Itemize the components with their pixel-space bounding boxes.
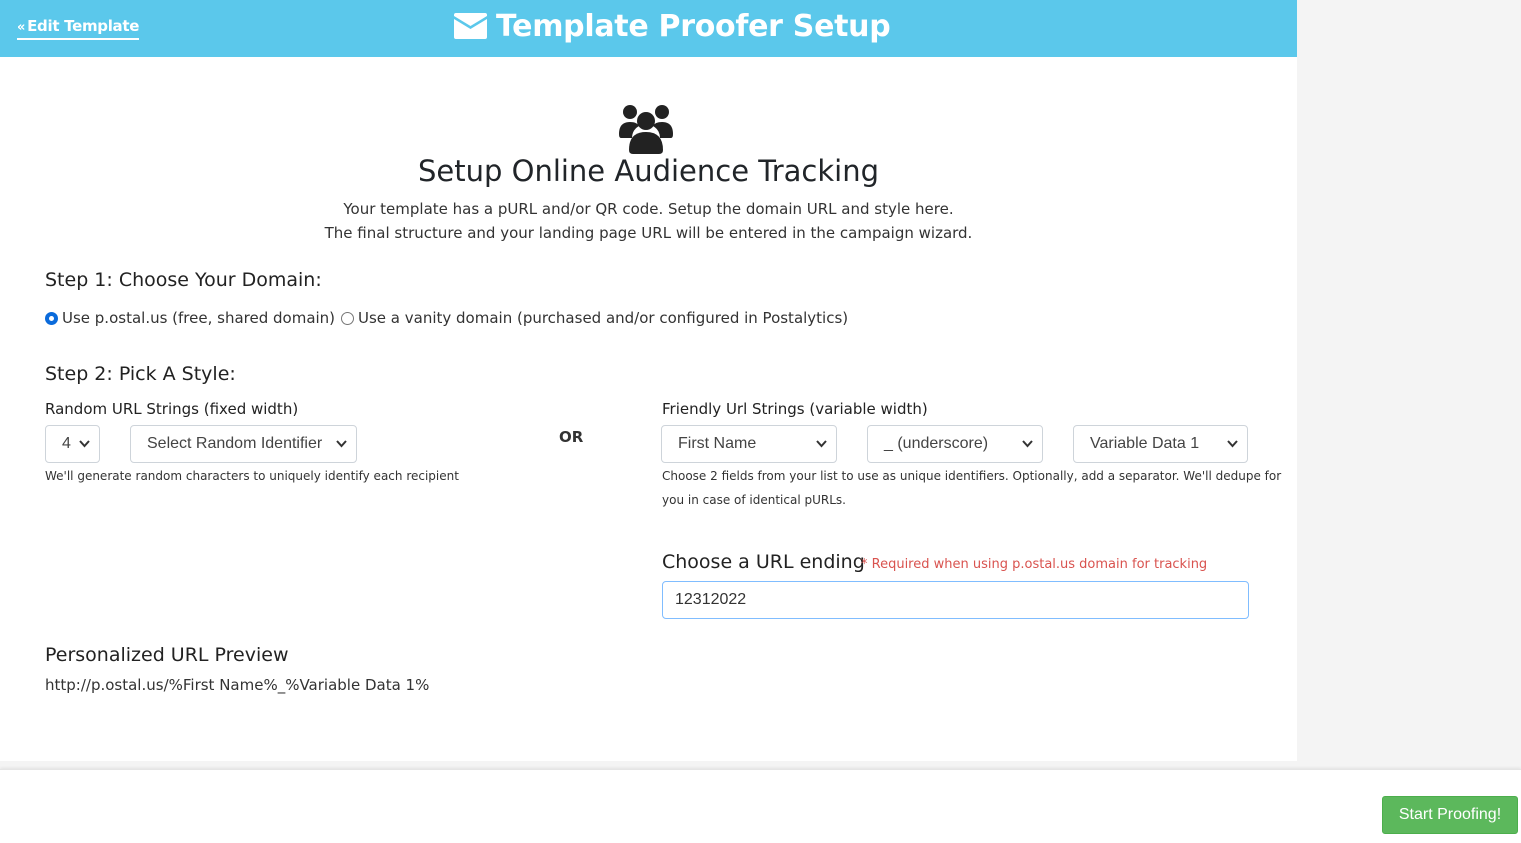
friendly-help-line-1: Choose 2 fields from your list to use as… (662, 469, 1282, 483)
random-url-label: Random URL Strings (fixed width) (45, 400, 299, 418)
or-divider: OR (559, 428, 584, 446)
footer-bar (0, 769, 1521, 843)
step1-heading: Step 1: Choose Your Domain: (45, 269, 322, 291)
friendly-field1-value: First Name (678, 435, 757, 452)
envelope-icon (454, 13, 487, 39)
intro-line-1: Your template has a pURL and/or QR code.… (343, 200, 954, 218)
header-bar: «Edit Template Template Proofer Setup (0, 0, 1297, 57)
edit-template-link[interactable]: «Edit Template (17, 17, 139, 40)
double-chevron-left-icon: « (17, 20, 26, 35)
url-ending-input[interactable]: 12312022 (662, 581, 1249, 619)
radio-vanity-domain-label: Use a vanity domain (purchased and/or co… (358, 309, 849, 327)
setup-heading: Setup Online Audience Tracking (417, 154, 880, 188)
start-proofing-button[interactable]: Start Proofing! (1382, 796, 1518, 834)
radio-vanity-domain[interactable]: Use a vanity domain (purchased and/or co… (341, 309, 848, 327)
friendly-url-label: Friendly Url Strings (variable width) (662, 400, 928, 418)
friendly-separator-select[interactable]: _ (underscore) (867, 425, 1043, 463)
radio-shared-domain-label: Use p.ostal.us (free, shared domain) (62, 309, 336, 327)
users-icon (619, 105, 673, 154)
random-identifier-value: Select Random Identifier (147, 435, 323, 452)
friendly-field1-select[interactable]: First Name (661, 425, 837, 463)
edit-template-label: Edit Template (27, 17, 140, 35)
step2-heading: Step 2: Pick A Style: (45, 363, 236, 385)
preview-url: http://p.ostal.us/%First Name%_%Variable… (45, 676, 430, 694)
random-identifier-select[interactable]: Select Random Identifier (130, 425, 357, 463)
url-ending-value: 12312022 (675, 591, 747, 608)
chevron-down-icon (1022, 440, 1033, 448)
friendly-field2-value: Variable Data 1 (1090, 435, 1200, 452)
url-ending-title: Choose a URL ending (662, 551, 865, 573)
random-length-value: 4 (62, 435, 71, 452)
random-length-select[interactable]: 4 (45, 425, 100, 463)
chevron-down-icon (79, 440, 90, 448)
url-ending-required-note: * Required when using p.ostal.us domain … (861, 557, 1208, 572)
intro-line-2: The final structure and your landing pag… (324, 224, 973, 242)
random-help-text: We'll generate random characters to uniq… (45, 469, 459, 483)
friendly-separator-value: _ (underscore) (884, 435, 989, 452)
radio-shared-domain-button[interactable] (45, 311, 58, 325)
chevron-down-icon (336, 440, 347, 448)
page-title: Template Proofer Setup (496, 8, 891, 44)
friendly-field2-select[interactable]: Variable Data 1 (1073, 425, 1248, 463)
preview-title: Personalized URL Preview (45, 644, 289, 666)
radio-vanity-domain-button[interactable] (341, 311, 354, 325)
chevron-down-icon (816, 440, 827, 448)
radio-shared-domain[interactable]: Use p.ostal.us (free, shared domain) (45, 309, 335, 327)
friendly-help-line-2: you in case of identical pURLs. (662, 493, 846, 507)
chevron-down-icon (1227, 440, 1238, 448)
header-title-group: Template Proofer Setup (454, 6, 891, 46)
